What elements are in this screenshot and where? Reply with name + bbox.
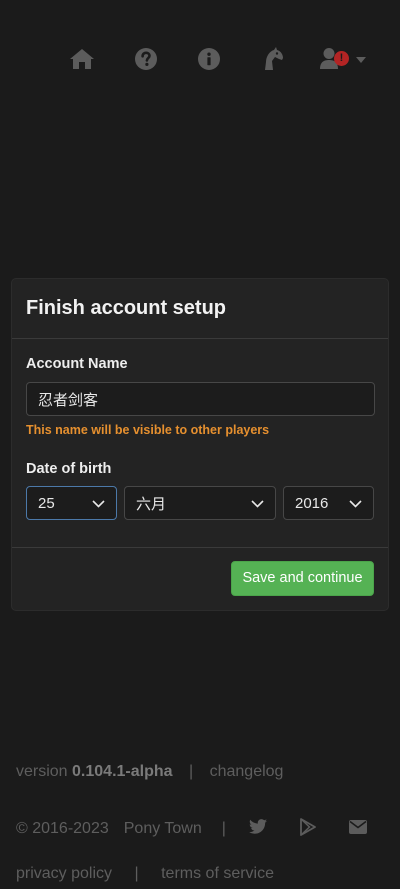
card-body: Account Name This name will be visible t… xyxy=(12,339,388,548)
pony-town-link[interactable]: Pony Town xyxy=(124,820,202,838)
year-value: 2016 xyxy=(295,494,329,512)
version-line: version 0.104.1-alpha | changelog xyxy=(16,763,283,781)
home-icon xyxy=(69,48,95,70)
version-number: 0.104.1-alpha xyxy=(72,763,173,780)
account-name-input[interactable] xyxy=(26,382,375,416)
day-value: 25 xyxy=(38,494,55,512)
month-select[interactable]: 六月 xyxy=(124,486,276,520)
help-icon xyxy=(134,48,157,70)
changelog-link[interactable]: changelog xyxy=(210,763,284,780)
page: ! Finish account setup Account Name This… xyxy=(0,0,400,889)
separator: | xyxy=(221,820,226,837)
privacy-policy-link[interactable]: privacy policy xyxy=(16,865,112,882)
day-select[interactable]: 25 xyxy=(26,486,117,520)
dob-label: Date of birth xyxy=(26,461,112,477)
google-play-link[interactable] xyxy=(296,817,320,841)
top-nav: ! xyxy=(62,40,372,78)
card-footer: Save and continue xyxy=(12,548,388,610)
month-value: 六月 xyxy=(136,494,167,513)
account-setup-card: Finish account setup Account Name This n… xyxy=(11,278,389,611)
help-button[interactable] xyxy=(126,40,166,78)
account-alert-badge: ! xyxy=(334,51,349,66)
save-and-continue-button[interactable]: Save and continue xyxy=(231,560,374,596)
chevron-down-icon xyxy=(349,495,362,512)
terms-of-service-link[interactable]: terms of service xyxy=(161,865,274,882)
separator: | xyxy=(134,865,139,882)
separator: | xyxy=(188,763,194,780)
envelope-icon xyxy=(348,819,367,839)
horse-icon xyxy=(262,47,284,71)
card-title: Finish account setup xyxy=(26,297,227,319)
caret-down-icon xyxy=(356,57,366,63)
copyright-text: © 2016-2023 xyxy=(16,820,109,837)
twitter-link[interactable] xyxy=(246,819,270,839)
copyright-line: © 2016-2023 Pony Town | xyxy=(16,817,372,841)
account-menu-button[interactable]: ! xyxy=(316,40,372,78)
account-name-hint: This name will be visible to other playe… xyxy=(26,423,270,437)
card-header: Finish account setup xyxy=(12,279,388,339)
email-link[interactable] xyxy=(346,819,370,839)
version-prefix: version xyxy=(16,763,68,780)
year-select[interactable]: 2016 xyxy=(283,486,374,520)
dob-selects: 25 六月 2016 xyxy=(26,486,374,520)
legal-line: privacy policy | terms of service xyxy=(16,865,274,883)
chevron-down-icon xyxy=(92,495,105,512)
twitter-icon xyxy=(248,819,267,839)
characters-button[interactable] xyxy=(253,40,293,78)
chevron-down-icon xyxy=(251,494,264,512)
info-icon xyxy=(198,48,220,70)
info-button[interactable] xyxy=(189,40,229,78)
account-name-label: Account Name xyxy=(26,356,128,372)
home-button[interactable] xyxy=(62,40,102,78)
play-store-icon xyxy=(299,817,316,841)
